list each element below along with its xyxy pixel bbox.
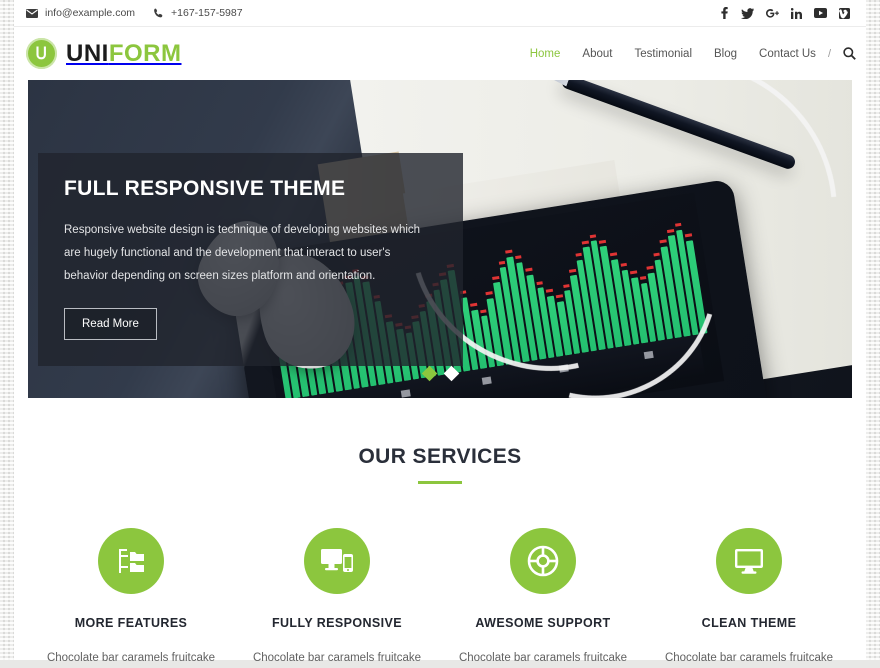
nav-item-about[interactable]: About — [582, 48, 612, 60]
slider-pagination — [28, 365, 852, 382]
life-ring-icon — [510, 528, 576, 594]
service-text: Chocolate bar caramels fruitcake — [458, 652, 628, 664]
top-bar-contacts: info@example.com +167-157-5987 — [26, 7, 243, 19]
service-text: Chocolate bar caramels fruitcake — [664, 652, 834, 664]
slider-dot-2[interactable] — [443, 365, 459, 382]
services-section: OUR SERVICES MORE FEATURES Chocolate bar… — [14, 398, 866, 668]
services-heading: OUR SERVICES — [358, 445, 522, 468]
read-more-button[interactable]: Read More — [64, 308, 157, 340]
youtube-icon[interactable] — [814, 8, 827, 18]
contact-phone[interactable]: +167-157-5987 — [153, 7, 243, 19]
service-title: MORE FEATURES — [74, 616, 188, 630]
nav-item-contact-us[interactable]: Contact Us — [759, 48, 816, 60]
devices-icon — [304, 528, 370, 594]
nav-item-testimonial[interactable]: Testimonial — [634, 48, 692, 60]
heading-underline — [418, 481, 462, 484]
service-card-awesome-support[interactable]: AWESOME SUPPORT Chocolate bar caramels f… — [440, 528, 646, 668]
contact-email-text: info@example.com — [45, 7, 136, 19]
site-header: UNIFORM Home About Testimonial Blog Cont… — [14, 27, 866, 80]
search-icon[interactable] — [841, 45, 858, 62]
contact-email[interactable]: info@example.com — [26, 7, 135, 19]
services-grid: MORE FEATURES Chocolate bar caramels fru… — [14, 528, 866, 668]
service-title: AWESOME SUPPORT — [475, 616, 611, 630]
desktop-icon — [716, 528, 782, 594]
service-card-fully-responsive[interactable]: FULLY RESPONSIVE Chocolate bar caramels … — [234, 528, 440, 668]
brand-name-first: UNI — [66, 39, 109, 67]
nav-item-home[interactable]: Home — [530, 48, 561, 60]
service-card-clean-theme[interactable]: CLEAN THEME Chocolate bar caramels fruit… — [646, 528, 852, 668]
top-bar: info@example.com +167-157-5987 — [14, 0, 866, 27]
envelope-icon — [26, 8, 38, 18]
nav-separator: / — [827, 47, 831, 60]
hero-title: FULL RESPONSIVE THEME — [64, 177, 346, 200]
hero-caption: FULL RESPONSIVE THEME Responsive website… — [38, 153, 463, 366]
facebook-icon[interactable] — [719, 7, 729, 19]
page-root: info@example.com +167-157-5987 UNIFORM H… — [14, 0, 866, 664]
sitemap-icon — [98, 528, 164, 594]
hero-slider[interactable]: FULL RESPONSIVE THEME Responsive website… — [28, 80, 852, 398]
logo-mark-icon — [26, 38, 57, 69]
social-links — [719, 7, 856, 19]
main-navigation: Home About Testimonial Blog Contact Us / — [530, 45, 858, 62]
logo[interactable]: UNIFORM — [26, 38, 182, 69]
service-card-more-features[interactable]: MORE FEATURES Chocolate bar caramels fru… — [28, 528, 234, 668]
slider-dot-1[interactable] — [421, 365, 437, 382]
linkedin-icon[interactable] — [791, 7, 802, 19]
hero-description: Responsive website design is technique o… — [64, 224, 421, 282]
phone-icon — [153, 8, 164, 19]
vimeo-icon[interactable] — [839, 7, 850, 19]
service-text: Chocolate bar caramels fruitcake — [46, 652, 216, 664]
service-title: FULLY RESPONSIVE — [271, 616, 403, 630]
brand-name: UNIFORM — [66, 40, 182, 68]
service-text: Chocolate bar caramels fruitcake — [252, 652, 422, 664]
google-plus-icon[interactable] — [766, 8, 779, 19]
nav-item-blog[interactable]: Blog — [714, 48, 737, 60]
twitter-icon[interactable] — [741, 7, 754, 19]
contact-phone-text: +167-157-5987 — [171, 7, 243, 19]
brand-name-second: FORM — [108, 39, 182, 67]
service-title: CLEAN THEME — [701, 616, 797, 630]
